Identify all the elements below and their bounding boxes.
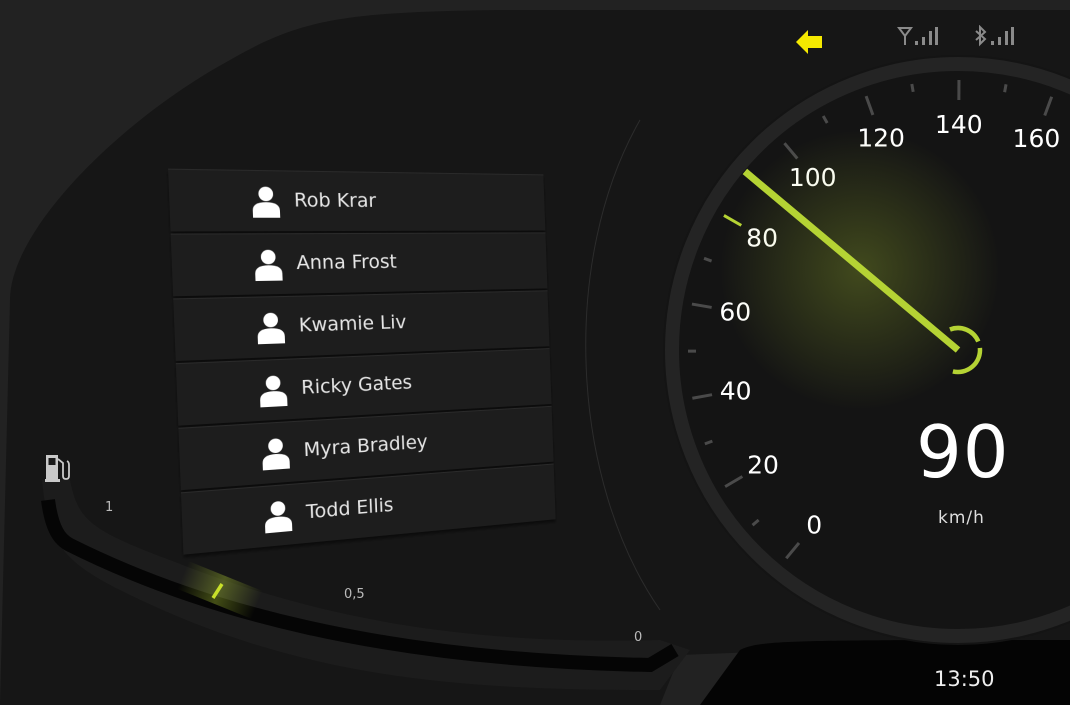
tick-label: 0 bbox=[806, 510, 822, 539]
tick-label: 140 bbox=[935, 110, 983, 139]
bluetooth-signal-icon bbox=[975, 25, 1014, 47]
person-icon bbox=[264, 500, 293, 534]
contact-name: Kwamie Liv bbox=[298, 311, 407, 337]
person-icon bbox=[254, 249, 283, 282]
minor-tick bbox=[1003, 84, 1008, 93]
contact-name: Rob Krar bbox=[293, 189, 377, 212]
fuel-label-empty: 0 bbox=[634, 630, 643, 645]
contact-name: Todd Ellis bbox=[305, 493, 394, 524]
fuel-label-full: 1 bbox=[105, 500, 114, 515]
contact-name: Ricky Gates bbox=[300, 371, 413, 400]
tick-label: 160 bbox=[1013, 124, 1061, 153]
person-icon bbox=[257, 312, 286, 345]
clock: 13:50 bbox=[934, 667, 995, 691]
antenna-signal-icon bbox=[897, 27, 938, 45]
person-icon bbox=[262, 438, 290, 471]
contact-list: Rob Krar Anna Frost Kwamie Liv Ricky Gat… bbox=[168, 168, 564, 555]
speed-unit: km/h bbox=[938, 508, 985, 528]
minor-tick bbox=[910, 83, 915, 93]
arrow-left-icon bbox=[796, 30, 822, 54]
contact-item[interactable]: Rob Krar bbox=[168, 168, 546, 232]
contact-name: Anna Frost bbox=[295, 250, 398, 275]
tick-label: 40 bbox=[720, 376, 752, 405]
fuel-label-half: 0,5 bbox=[344, 587, 365, 602]
instrument-cluster: 020406080100120140160 1 0,5 0 bbox=[0, 0, 1070, 705]
speed-readout: 90 bbox=[916, 410, 1010, 494]
contact-item[interactable]: Anna Frost bbox=[170, 232, 548, 297]
person-icon bbox=[252, 186, 281, 218]
contact-name: Myra Bradley bbox=[303, 430, 428, 462]
person-icon bbox=[259, 375, 288, 408]
tick-label: 20 bbox=[747, 450, 779, 479]
